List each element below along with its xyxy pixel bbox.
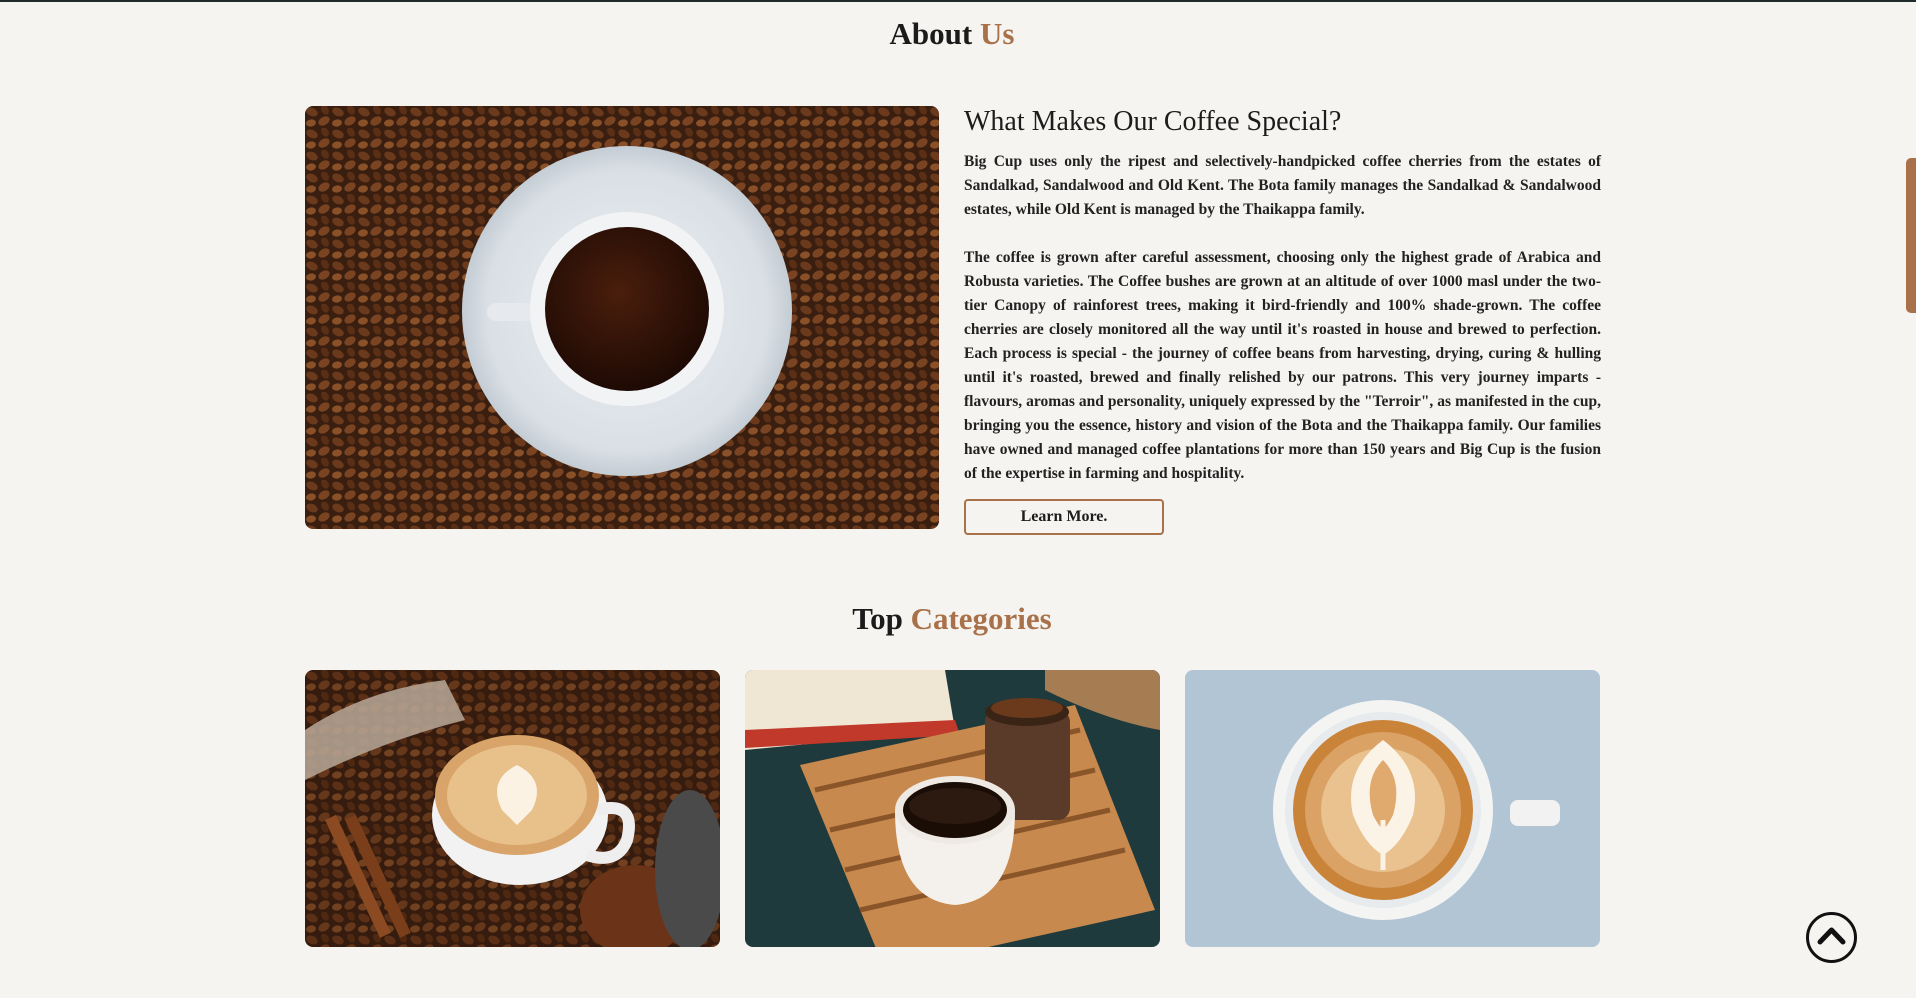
top-border xyxy=(0,0,1916,2)
black-coffee-image xyxy=(745,670,1160,947)
categories-title-main: Top xyxy=(852,601,903,636)
about-title-main: About xyxy=(889,16,973,51)
about-section-title: About Us xyxy=(0,18,1904,49)
about-heading: What Makes Our Coffee Special? xyxy=(964,106,1342,137)
about-coffee-image xyxy=(305,106,939,529)
category-card-black-coffee[interactable] xyxy=(745,670,1160,947)
scrollbar-thumb[interactable] xyxy=(1906,158,1916,313)
chevron-up-circle-icon xyxy=(1817,927,1846,945)
about-text-block: What Makes Our Coffee Special? Big Cup u… xyxy=(964,104,1601,510)
category-card-latte-art[interactable] xyxy=(1185,670,1600,947)
category-card-latte-beans[interactable] xyxy=(305,670,720,947)
latte-beans-image xyxy=(305,670,720,947)
latte-art-image xyxy=(1185,670,1600,947)
scroll-to-top-button[interactable] xyxy=(1806,912,1857,963)
about-paragraph-1: Big Cup uses only the ripest and selecti… xyxy=(964,153,1601,218)
categories-section-title: Top Categories xyxy=(0,603,1904,634)
categories-title-accent: Categories xyxy=(910,601,1052,636)
learn-more-button[interactable]: Learn More. xyxy=(964,499,1164,535)
about-paragraph-2: The coffee is grown after careful assess… xyxy=(964,249,1601,482)
about-title-accent: Us xyxy=(980,16,1015,51)
